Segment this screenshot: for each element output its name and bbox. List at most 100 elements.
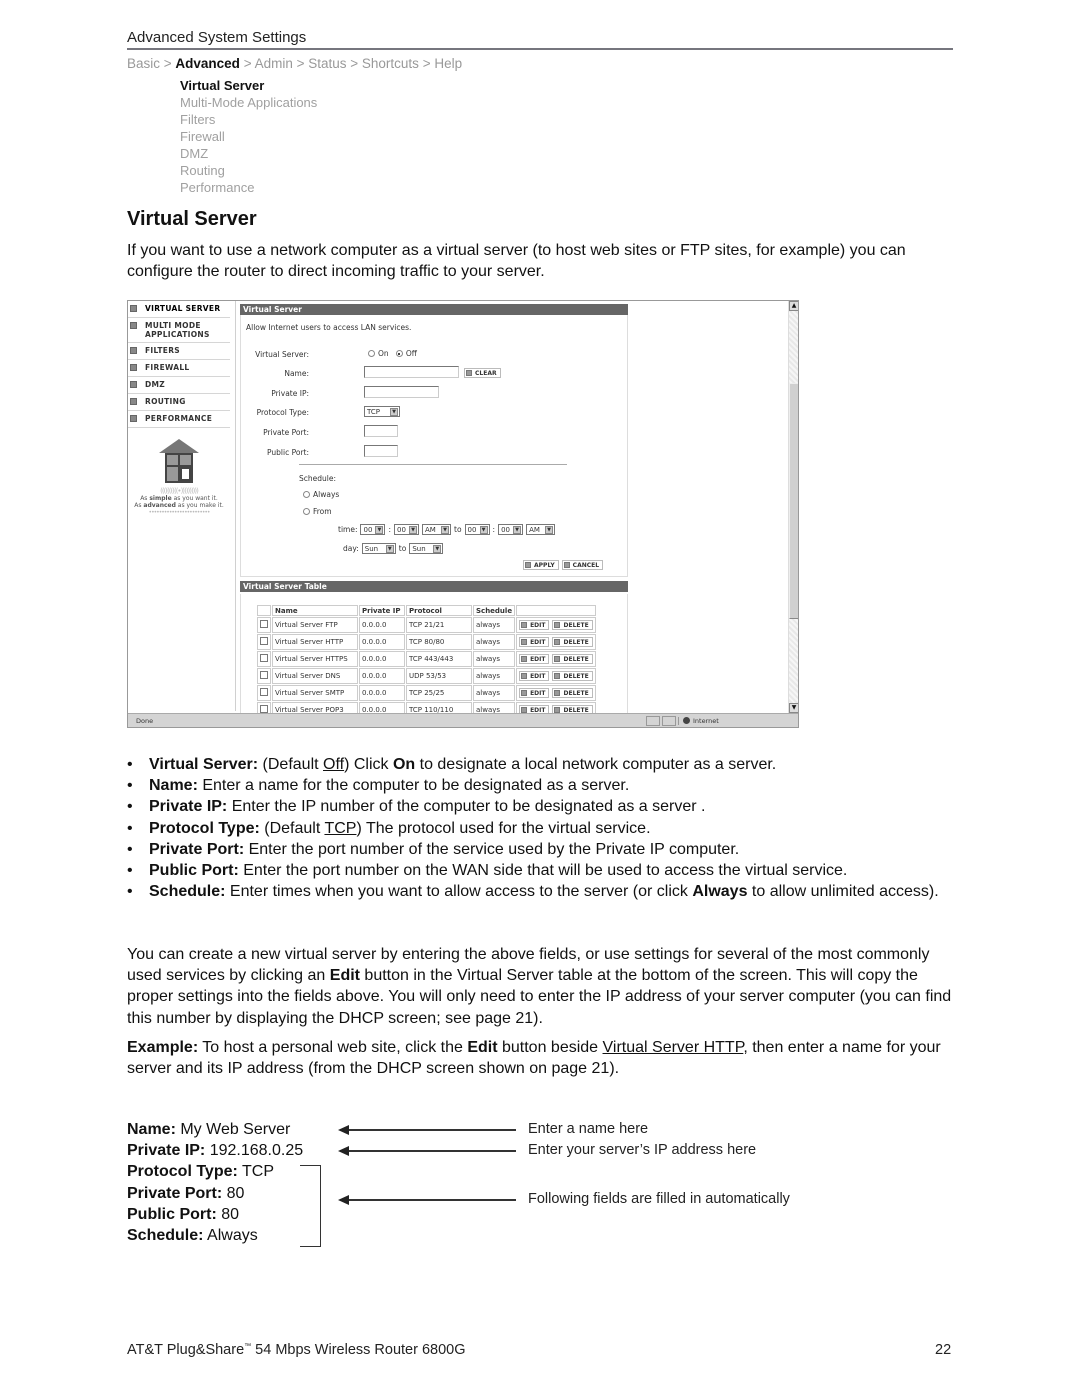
private-ip-input[interactable] bbox=[364, 386, 439, 398]
router-nav-dmz[interactable]: DMZ bbox=[128, 377, 230, 394]
example-paragraph: Example: To host a personal web site, cl… bbox=[127, 1037, 957, 1079]
router-nav-filters[interactable]: FILTERS bbox=[128, 343, 230, 360]
cell-actions: EDIT DELETE bbox=[516, 651, 597, 667]
cancel-button[interactable]: CANCEL bbox=[561, 560, 604, 570]
private-port-input[interactable] bbox=[364, 425, 398, 437]
edit-label: EDIT bbox=[530, 689, 546, 697]
router-logo: ((((((((((•)))))))))) As simple as you w… bbox=[128, 439, 230, 516]
delete-button[interactable]: DELETE bbox=[552, 620, 593, 630]
example-field: Name: My Web Server bbox=[127, 1119, 303, 1140]
breadcrumb-separator: > bbox=[418, 56, 435, 71]
router-nav-firewall[interactable]: FIREWALL bbox=[128, 360, 230, 377]
delete-label: DELETE bbox=[563, 655, 589, 663]
bullet-text: to designate a local network computer as… bbox=[415, 756, 777, 773]
nav-label: FIREWALL bbox=[145, 363, 190, 372]
submenu-item-firewall[interactable]: Firewall bbox=[180, 128, 317, 145]
header-divider bbox=[127, 48, 953, 50]
public-port-input[interactable] bbox=[364, 445, 398, 457]
day-to-select[interactable]: Sun ▼ bbox=[409, 543, 444, 554]
field-description-list: Virtual Server: (Default Off) Click On t… bbox=[127, 754, 957, 903]
router-nav-virtual-server[interactable]: VIRTUAL SERVER bbox=[128, 301, 230, 318]
row-checkbox[interactable] bbox=[260, 620, 268, 628]
breadcrumb-shortcuts[interactable]: Shortcuts bbox=[362, 56, 419, 71]
breadcrumb-basic[interactable]: Basic bbox=[127, 56, 160, 71]
edit-label: EDIT bbox=[530, 621, 546, 629]
radio-always[interactable] bbox=[303, 491, 310, 498]
time-label: time: bbox=[338, 525, 358, 534]
time-to-hour-select[interactable]: 00 ▼ bbox=[464, 524, 490, 535]
delete-button[interactable]: DELETE bbox=[552, 654, 593, 664]
submenu-item-filters[interactable]: Filters bbox=[180, 111, 317, 128]
row-checkbox[interactable] bbox=[260, 705, 268, 713]
bullet-text: Enter times when you want to allow acces… bbox=[225, 883, 693, 901]
router-nav-performance[interactable]: PERFORMANCE bbox=[128, 411, 230, 428]
radio-off[interactable] bbox=[395, 350, 403, 357]
submenu-item-dmz[interactable]: DMZ bbox=[180, 145, 317, 162]
logo-dots: •••••••••••••••••••••••• bbox=[148, 509, 211, 516]
row-checkbox[interactable] bbox=[260, 688, 268, 696]
table-row: Virtual Server FTP 0.0.0.0 TCP 21/21 always… bbox=[257, 617, 597, 633]
clear-button[interactable]: CLEAR bbox=[464, 368, 501, 378]
breadcrumb-advanced[interactable]: Advanced bbox=[175, 56, 240, 71]
edit-button[interactable]: EDIT bbox=[519, 688, 550, 698]
radio-from[interactable] bbox=[303, 508, 310, 515]
edit-button[interactable]: EDIT bbox=[519, 654, 550, 664]
edit-button[interactable]: EDIT bbox=[519, 637, 550, 647]
arrow-left-icon bbox=[338, 1195, 516, 1204]
time-from-ampm-select[interactable]: AM ▼ bbox=[422, 524, 452, 535]
breadcrumb-admin[interactable]: Admin bbox=[255, 56, 293, 71]
delete-button[interactable]: DELETE bbox=[552, 688, 593, 698]
cell-name: Virtual Server HTTP bbox=[272, 634, 358, 650]
router-nav-multi-mode-applications[interactable]: MULTI MODE APPLICATIONS bbox=[128, 318, 230, 343]
delete-label: DELETE bbox=[563, 672, 589, 680]
bullet-text: Enter the port number on the WAN side th… bbox=[238, 862, 848, 880]
submenu-item-multi-mode-applications[interactable]: Multi-Mode Applications bbox=[180, 94, 317, 111]
day-from-select[interactable]: Sun ▼ bbox=[361, 543, 396, 554]
submenu-item-performance[interactable]: Performance bbox=[180, 179, 317, 196]
time-from-hour-select[interactable]: 00 ▼ bbox=[360, 524, 386, 535]
breadcrumb-status[interactable]: Status bbox=[308, 56, 346, 71]
radio-on[interactable] bbox=[368, 350, 375, 357]
bullet-text: to allow unlimited access). bbox=[747, 883, 939, 901]
breadcrumb-help[interactable]: Help bbox=[434, 56, 462, 71]
row-checkbox[interactable] bbox=[260, 654, 268, 662]
arrow-icon bbox=[521, 673, 528, 679]
virtual-server-form: Allow Internet users to access LAN servi… bbox=[240, 315, 628, 577]
scroll-up-icon[interactable]: ▲ bbox=[789, 301, 798, 311]
submenu-item-routing[interactable]: Routing bbox=[180, 162, 317, 179]
bullet-text: On bbox=[392, 756, 416, 773]
bullet-text: Schedule: bbox=[149, 883, 226, 901]
arrow-icon bbox=[563, 562, 570, 568]
name-label: Name: bbox=[284, 369, 309, 378]
public-port-label: Public Port: bbox=[267, 448, 309, 457]
time-to-ampm-select[interactable]: AM ▼ bbox=[526, 524, 556, 535]
edit-instructions-paragraph: You can create a new virtual server by e… bbox=[127, 944, 957, 1029]
edit-button[interactable]: EDIT bbox=[519, 671, 550, 681]
apply-button[interactable]: APPLY bbox=[523, 560, 559, 570]
delete-button[interactable]: DELETE bbox=[552, 637, 593, 647]
time-to-minute-select[interactable]: 00 ▼ bbox=[498, 524, 524, 535]
name-input[interactable] bbox=[364, 366, 459, 378]
list-item: Schedule: Enter times when you want to a… bbox=[127, 881, 957, 902]
scrollbar-thumb[interactable] bbox=[789, 383, 798, 619]
protocol-type-select[interactable]: TCP ▼ bbox=[364, 406, 400, 417]
cell-actions: EDIT DELETE bbox=[516, 634, 597, 650]
note-name: Enter a name here bbox=[528, 1121, 649, 1137]
router-nav-routing[interactable]: ROUTING bbox=[128, 394, 230, 411]
time-from-minute-select[interactable]: 00 ▼ bbox=[394, 524, 420, 535]
nav-label: ROUTING bbox=[145, 397, 186, 406]
delete-button[interactable]: DELETE bbox=[552, 671, 593, 681]
globe-icon bbox=[683, 717, 690, 724]
row-checkbox[interactable] bbox=[260, 637, 268, 645]
virtual-server-toggle: On Off bbox=[368, 349, 417, 358]
row-checkbox[interactable] bbox=[260, 671, 268, 679]
edit-label: EDIT bbox=[530, 655, 546, 663]
edit-button[interactable]: EDIT bbox=[519, 620, 550, 630]
submenu-item-virtual-server[interactable]: Virtual Server bbox=[180, 77, 317, 94]
list-item: Private Port: Enter the port number of t… bbox=[127, 839, 957, 860]
column-schedule: Schedule bbox=[473, 605, 516, 616]
nav-label: PERFORMANCE bbox=[145, 414, 213, 423]
status-cell bbox=[646, 715, 660, 726]
vertical-scrollbar[interactable]: ▲ ▼ bbox=[788, 301, 798, 713]
scroll-down-icon[interactable]: ▼ bbox=[789, 703, 798, 713]
